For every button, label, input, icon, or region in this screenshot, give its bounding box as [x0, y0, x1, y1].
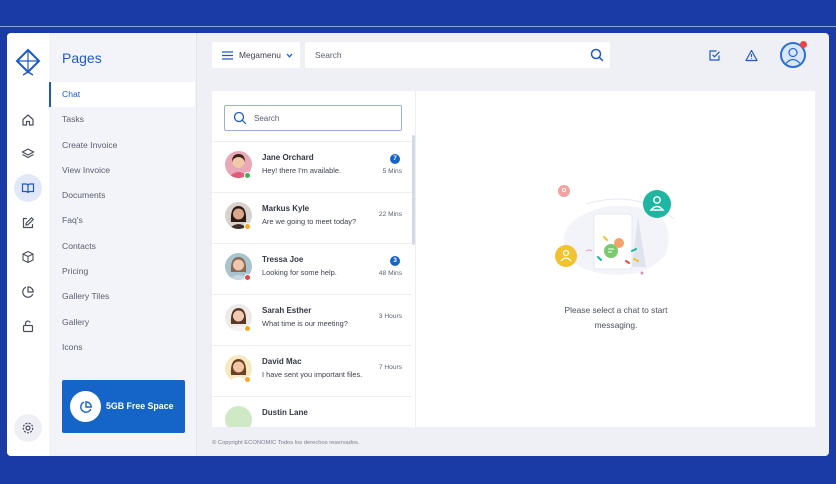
chat-contact-name: Tressa Joe — [262, 255, 304, 264]
free-space-label: 5GB Free Space — [106, 401, 174, 411]
book-icon[interactable] — [14, 174, 42, 202]
chat-list: Jane Orchard Hey! there I'm available. 7… — [212, 91, 415, 427]
settings-icon[interactable] — [14, 414, 42, 442]
chat-item-sarah-esther[interactable]: Sarah Esther What time is our meeting? 3… — [212, 294, 412, 345]
app-window: Pages Chat Tasks Create Invoice View Inv… — [7, 33, 829, 456]
status-busy-dot — [244, 274, 251, 281]
sidebar-item-create-invoice[interactable]: Create Invoice — [49, 133, 195, 158]
top-divider — [0, 26, 836, 27]
alert-triangle-icon[interactable] — [745, 49, 758, 62]
top-search-input[interactable] — [315, 48, 575, 62]
sidebar-item-gallery-tiles[interactable]: Gallery Tiles — [49, 284, 195, 309]
check-square-icon[interactable] — [708, 49, 721, 62]
sidebar-item-gallery[interactable]: Gallery — [49, 310, 195, 335]
chat-search-bar — [224, 105, 402, 131]
notification-dot — [800, 41, 807, 48]
top-search-bar — [305, 42, 610, 68]
chat-preview: Hey! there I'm available. — [262, 166, 342, 175]
chevron-down-icon — [286, 53, 293, 58]
sidebar-item-contacts[interactable]: Contacts — [49, 234, 195, 259]
chat-preview: What time is our meeting? — [262, 319, 348, 328]
chat-time: 7 Hours — [378, 364, 402, 371]
sidebar-item-pricing[interactable]: Pricing — [49, 259, 195, 284]
box-icon[interactable] — [14, 243, 42, 271]
pie-chart-icon — [70, 391, 101, 422]
free-space-card[interactable]: 5GB Free Space — [62, 380, 185, 433]
search-icon — [233, 111, 247, 125]
chat-item-jane-orchard[interactable]: Jane Orchard Hey! there I'm available. 7… — [212, 141, 412, 192]
chat-contact-name: Jane Orchard — [262, 153, 314, 162]
chat-item-dustin-lane[interactable]: Dustin Lane — [212, 396, 412, 427]
sidebar-menu: Chat Tasks Create Invoice View Invoice D… — [49, 82, 195, 360]
status-away-dot — [244, 325, 251, 332]
footer-copyright: © Copyright ECONOMIC Todos los derechos … — [212, 440, 360, 446]
sidebar-item-view-invoice[interactable]: View Invoice — [49, 158, 195, 183]
chat-illustration — [555, 185, 675, 275]
chat-time: 48 Mins — [378, 270, 402, 277]
chat-contact-name: Markus Kyle — [262, 204, 310, 213]
icon-rail — [7, 33, 49, 456]
megamenu-label: Megamenu — [239, 50, 281, 60]
unlock-icon[interactable] — [14, 312, 42, 340]
sidebar-item-tasks[interactable]: Tasks — [49, 107, 195, 132]
chat-time: 22 Mins — [378, 211, 402, 218]
avatar — [225, 406, 252, 427]
sidebar-item-chat[interactable]: Chat — [49, 82, 195, 108]
status-away-dot — [244, 376, 251, 383]
sidebar-title: Pages — [62, 50, 102, 66]
pie-chart-icon[interactable] — [14, 278, 42, 306]
empty-chat-message: Please select a chat to start messaging. — [564, 305, 668, 330]
sidebar-item-icons[interactable]: Icons — [49, 335, 195, 360]
status-away-dot — [244, 223, 251, 230]
home-icon[interactable] — [14, 106, 42, 134]
chat-contact-name: David Mac — [262, 357, 302, 366]
chat-preview: Are we going to meet today? — [262, 217, 357, 226]
chat-preview: I have sent you important files. — [262, 370, 363, 379]
edit-icon[interactable] — [14, 209, 42, 237]
menu-icon — [222, 50, 233, 60]
sidebar-item-faqs[interactable]: Faq's — [49, 208, 195, 233]
chat-item-markus-kyle[interactable]: Markus Kyle Are we going to meet today? … — [212, 192, 412, 243]
logo-icon[interactable] — [15, 48, 41, 78]
unread-badge: 7 — [390, 154, 400, 164]
pages-sidebar: Pages Chat Tasks Create Invoice View Inv… — [49, 33, 197, 456]
chat-time: 3 Hours — [378, 313, 402, 320]
chat-item-tressa-joe[interactable]: Tressa Joe Looking for some help. 3 48 M… — [212, 243, 412, 294]
status-online-dot — [244, 172, 251, 179]
chat-empty-pane: Please select a chat to start messaging. — [415, 91, 815, 427]
chat-preview: Looking for some help. — [262, 268, 337, 277]
sidebar-item-documents[interactable]: Documents — [49, 183, 195, 208]
chat-item-david-mac[interactable]: David Mac I have sent you important file… — [212, 345, 412, 396]
chat-search-input[interactable] — [254, 112, 394, 125]
chat-time: 5 Mins — [382, 168, 402, 175]
unread-badge: 3 — [390, 256, 400, 266]
megamenu-dropdown[interactable]: Megamenu — [212, 42, 300, 68]
search-icon[interactable] — [590, 48, 604, 62]
chat-contact-name: Sarah Esther — [262, 306, 312, 315]
layers-icon[interactable] — [14, 140, 42, 168]
chat-contact-name: Dustin Lane — [262, 408, 308, 417]
